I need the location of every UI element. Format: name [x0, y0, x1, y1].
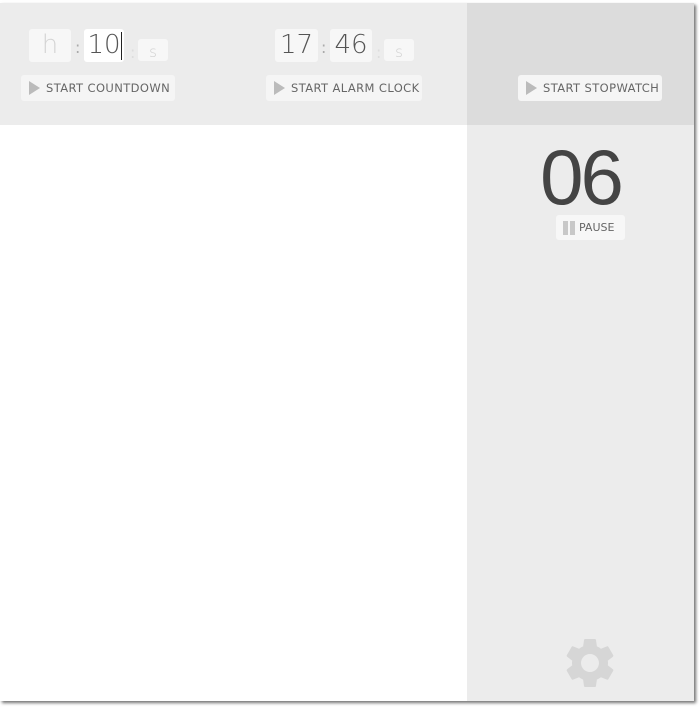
separator: :: [321, 38, 327, 57]
stopwatch-controls: START STOPWATCH: [467, 3, 694, 125]
app-window: h : 10 : s START COUNTDOWN 17 : 46 : s S…: [0, 3, 694, 701]
separator: :: [130, 43, 136, 62]
alarm-seconds-input[interactable]: s: [384, 39, 414, 61]
pause-label: PAUSE: [579, 221, 615, 234]
separator: :: [376, 43, 382, 62]
play-icon: [29, 81, 40, 95]
stopwatch-display: 06: [540, 133, 624, 221]
countdown-minutes-input[interactable]: 10: [84, 29, 124, 62]
pause-icon: [563, 220, 575, 235]
start-stopwatch-button[interactable]: START STOPWATCH: [518, 75, 662, 101]
start-alarm-label: START ALARM CLOCK: [291, 81, 420, 95]
start-countdown-label: START COUNTDOWN: [46, 81, 171, 95]
play-icon: [274, 81, 285, 95]
start-alarm-clock-button[interactable]: START ALARM CLOCK: [266, 75, 422, 101]
pause-button[interactable]: PAUSE: [556, 215, 625, 240]
alarm-hours-input[interactable]: 17: [275, 29, 318, 62]
text-cursor: [121, 32, 122, 60]
countdown-hours-input[interactable]: h: [29, 29, 71, 62]
play-icon: [526, 81, 537, 95]
countdown-seconds-input[interactable]: s: [138, 39, 168, 61]
timer-controls-bar: h : 10 : s START COUNTDOWN 17 : 46 : s S…: [0, 3, 467, 125]
alarm-minutes-input[interactable]: 46: [330, 29, 372, 62]
separator: :: [75, 38, 81, 57]
gear-icon[interactable]: [560, 633, 620, 693]
start-stopwatch-label: START STOPWATCH: [543, 81, 660, 95]
start-countdown-button[interactable]: START COUNTDOWN: [21, 75, 175, 101]
